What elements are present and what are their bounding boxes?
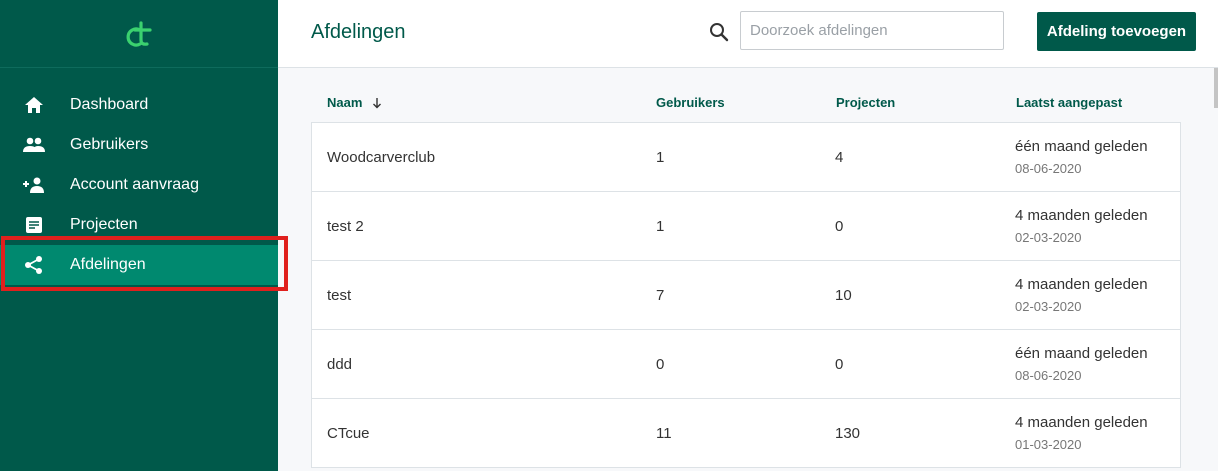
document-icon <box>23 215 45 235</box>
sidebar-item-label: Afdelingen <box>70 256 146 273</box>
cell-name: Woodcarverclub <box>327 149 436 166</box>
sidebar-item-afdelingen[interactable]: Afdelingen <box>0 245 278 285</box>
home-icon <box>23 95 45 115</box>
cell-modified: 4 maanden geleden 02-03-2020 <box>1015 207 1148 245</box>
sidebar-item-projecten[interactable]: Projecten <box>0 205 278 245</box>
table-row[interactable]: test 2 1 0 4 maanden geleden 02-03-2020 <box>312 192 1180 261</box>
search-input[interactable] <box>740 11 1004 50</box>
cell-projects: 10 <box>835 287 852 304</box>
sidebar-item-label: Account aanvraag <box>70 176 199 193</box>
modified-date: 02-03-2020 <box>1015 299 1082 314</box>
departments-table: Woodcarverclub 1 4 één maand geleden 08-… <box>311 122 1181 468</box>
table-row[interactable]: Woodcarverclub 1 4 één maand geleden 08-… <box>312 123 1180 192</box>
users-icon <box>23 135 45 155</box>
modified-date: 01-03-2020 <box>1015 437 1082 452</box>
page-title: Afdelingen <box>311 21 406 43</box>
column-header-modified[interactable]: Laatst aangepast <box>1016 95 1122 110</box>
sidebar-item-gebruikers[interactable]: Gebruikers <box>0 125 278 165</box>
cell-users: 11 <box>656 425 672 442</box>
scrollbar[interactable] <box>1214 68 1218 108</box>
column-header-name[interactable]: Naam <box>327 95 382 110</box>
sort-arrow-down-icon <box>373 97 382 108</box>
cell-users: 0 <box>656 356 665 373</box>
search-icon[interactable] <box>709 22 729 47</box>
modified-date: 08-06-2020 <box>1015 161 1082 176</box>
cell-users: 1 <box>656 218 665 235</box>
modified-relative: 4 maanden geleden <box>1015 207 1148 224</box>
table-header: Naam Gebruikers Projecten Laatst aangepa… <box>311 84 1179 122</box>
cell-name: ddd <box>327 356 353 373</box>
modified-relative: één maand geleden <box>1015 138 1148 155</box>
sidebar: Dashboard Gebruikers Account aanvraag Pr… <box>0 0 278 471</box>
cell-name: test <box>327 287 352 304</box>
cell-modified: 4 maanden geleden 01-03-2020 <box>1015 414 1148 452</box>
add-department-button[interactable]: Afdeling toevoegen <box>1037 12 1196 51</box>
modified-relative: één maand geleden <box>1015 345 1148 362</box>
sidebar-item-label: Projecten <box>70 216 138 233</box>
modified-relative: 4 maanden geleden <box>1015 414 1148 431</box>
logo-area <box>0 0 278 68</box>
header: Afdelingen Afdeling toevoegen <box>278 0 1218 68</box>
cell-projects: 4 <box>835 149 844 166</box>
column-header-projects[interactable]: Projecten <box>836 95 895 110</box>
sidebar-item-dashboard[interactable]: Dashboard <box>0 85 278 125</box>
column-header-users[interactable]: Gebruikers <box>656 95 725 110</box>
cell-name: CTcue <box>327 425 370 442</box>
add-user-icon <box>23 175 45 195</box>
ctcue-logo-icon[interactable] <box>122 20 156 48</box>
table-row[interactable]: ddd 0 0 één maand geleden 08-06-2020 <box>312 330 1180 399</box>
sidebar-item-label: Gebruikers <box>70 136 149 153</box>
cell-users: 1 <box>656 149 665 166</box>
cell-name: test 2 <box>327 218 364 235</box>
sidebar-item-account-aanvraag[interactable]: Account aanvraag <box>0 165 278 205</box>
share-icon <box>23 255 45 275</box>
modified-date: 08-06-2020 <box>1015 368 1082 383</box>
cell-users: 7 <box>656 287 665 304</box>
sidebar-nav: Dashboard Gebruikers Account aanvraag Pr… <box>0 68 278 285</box>
cell-modified: één maand geleden 08-06-2020 <box>1015 138 1148 176</box>
modified-date: 02-03-2020 <box>1015 230 1082 245</box>
table-row[interactable]: CTcue 11 130 4 maanden geleden 01-03-202… <box>312 399 1180 468</box>
cell-modified: 4 maanden geleden 02-03-2020 <box>1015 276 1148 314</box>
cell-projects: 130 <box>835 425 861 442</box>
cell-projects: 0 <box>835 356 844 373</box>
cell-modified: één maand geleden 08-06-2020 <box>1015 345 1148 383</box>
table-row[interactable]: test 7 10 4 maanden geleden 02-03-2020 <box>312 261 1180 330</box>
cell-projects: 0 <box>835 218 844 235</box>
modified-relative: 4 maanden geleden <box>1015 276 1148 293</box>
sidebar-item-label: Dashboard <box>70 96 149 113</box>
